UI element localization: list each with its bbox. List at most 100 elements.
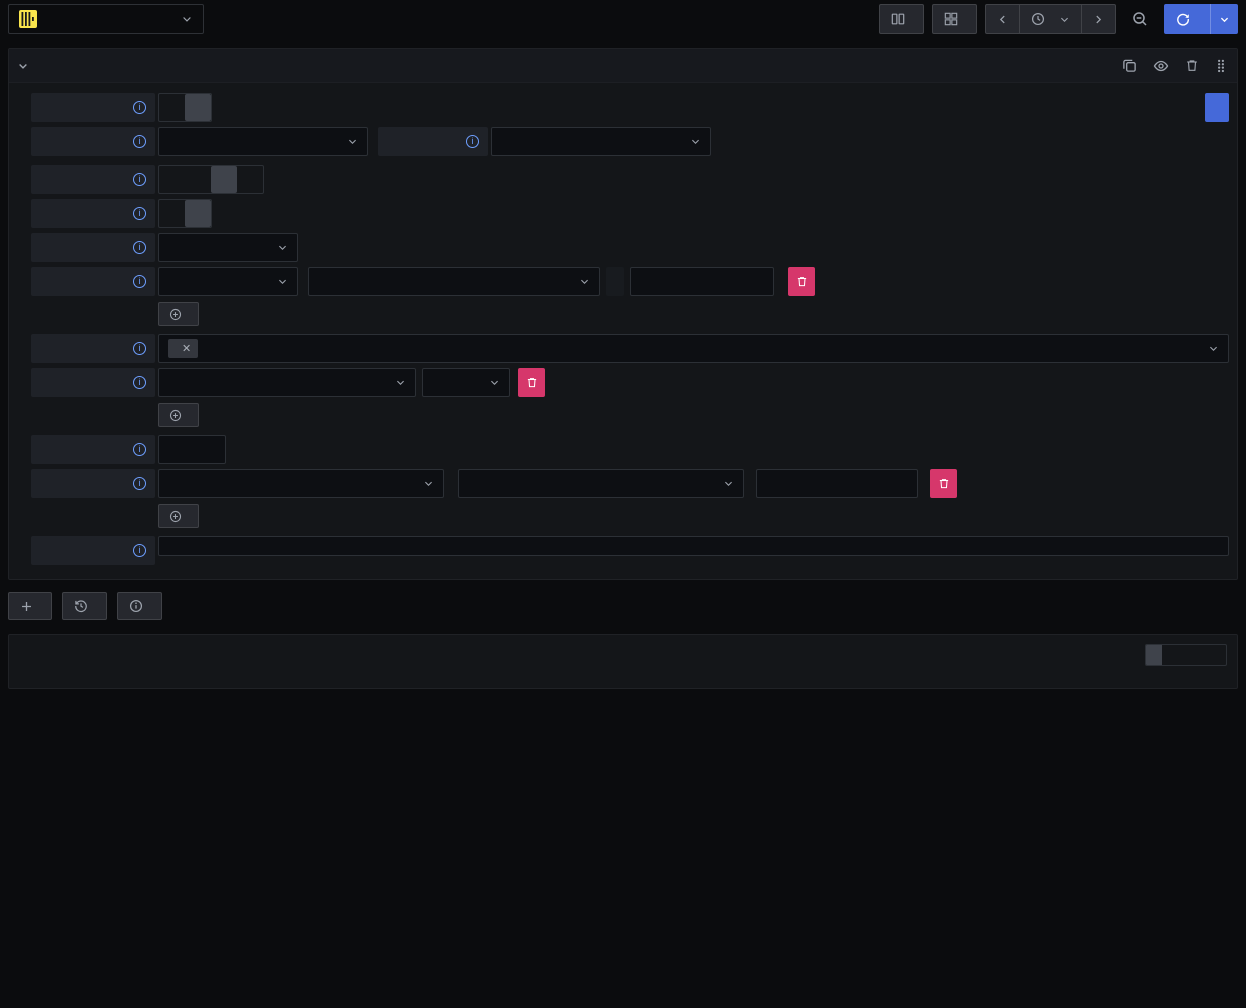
chevron-down-icon — [579, 276, 590, 287]
query-history-button[interactable] — [62, 592, 107, 620]
run-query-split — [1164, 4, 1238, 34]
time-row: i — [31, 233, 1229, 262]
graph-style-stacked-lines[interactable] — [1194, 645, 1210, 665]
panel-run-query-button[interactable] — [1205, 93, 1229, 122]
drag-handle-icon[interactable] — [1215, 58, 1227, 73]
history-icon — [74, 599, 88, 613]
limit-row: i — [31, 435, 1229, 464]
editor-type-radio-group — [158, 93, 212, 122]
table-select[interactable] — [491, 127, 711, 156]
time-label: i — [31, 233, 155, 262]
info-icon[interactable]: i — [133, 135, 146, 148]
editor-type-label: i — [31, 93, 155, 122]
chevron-down-icon — [489, 377, 500, 388]
info-icon[interactable]: i — [466, 135, 479, 148]
query-type-option-time-series[interactable] — [211, 166, 237, 193]
info-icon[interactable]: i — [133, 376, 146, 389]
aggregate-alias-input[interactable] — [630, 267, 774, 296]
collapse-chevron-icon[interactable] — [17, 60, 29, 72]
group-by-row: i ✕ — [31, 334, 1229, 363]
graph-header — [9, 635, 1237, 672]
info-icon[interactable]: i — [133, 342, 146, 355]
limit-input[interactable] — [158, 435, 226, 464]
group-by-chip-server-id: ✕ — [168, 339, 198, 358]
chevron-down-icon — [277, 276, 288, 287]
run-query-caret-button[interactable] — [1210, 4, 1238, 34]
info-icon[interactable]: i — [133, 207, 146, 220]
filter-field-select[interactable] — [158, 469, 444, 498]
zoom-out-icon — [1132, 11, 1148, 27]
query-type-row: i — [31, 165, 1229, 194]
group-by-multiselect[interactable]: ✕ — [158, 334, 1229, 363]
refresh-icon — [1176, 12, 1190, 26]
info-circle-icon — [129, 599, 143, 613]
graph-style-bars[interactable] — [1162, 645, 1178, 665]
graph-style-stacked-bars[interactable] — [1210, 645, 1226, 665]
time-range-group — [985, 4, 1116, 34]
filters-label: i — [31, 469, 155, 498]
top-bar — [0, 0, 1246, 38]
order-by-field-select[interactable] — [158, 368, 416, 397]
builder-mode-option-aggregate[interactable] — [185, 200, 211, 227]
info-icon[interactable]: i — [133, 275, 146, 288]
aggregate-function-select[interactable] — [158, 267, 298, 296]
zoom-out-button[interactable] — [1124, 4, 1156, 34]
run-query-button[interactable] — [1164, 4, 1210, 34]
remove-query-trash-icon[interactable] — [1185, 58, 1199, 73]
plus-circle-icon — [169, 308, 182, 321]
add-order-by-button[interactable] — [158, 403, 199, 427]
remove-chip-icon[interactable]: ✕ — [182, 342, 191, 355]
limit-label: i — [31, 435, 155, 464]
editor-type-option-query-builder[interactable] — [185, 94, 211, 121]
info-icon[interactable]: i — [133, 173, 146, 186]
query-type-option-logs[interactable] — [185, 166, 211, 193]
chevron-down-icon — [1208, 343, 1219, 354]
hide-response-eye-icon[interactable] — [1153, 58, 1169, 74]
editor-type-option-sql-editor[interactable] — [159, 94, 185, 121]
add-aggregate-button[interactable] — [158, 302, 199, 326]
remove-order-by-button[interactable] — [518, 368, 545, 397]
plus-icon — [20, 600, 33, 613]
remove-filter-button[interactable] — [930, 469, 957, 498]
time-range-picker[interactable] — [1020, 4, 1082, 34]
info-icon[interactable]: i — [133, 101, 146, 114]
sql-preview-label: i — [31, 536, 155, 565]
chart-legend — [9, 674, 1237, 684]
database-table-row: i i — [31, 127, 1229, 156]
time-column-select[interactable] — [158, 233, 298, 262]
time-range-forward-button[interactable] — [1082, 4, 1116, 34]
trash-icon — [796, 275, 808, 288]
duplicate-query-icon[interactable] — [1122, 58, 1137, 73]
builder-mode-radio-group — [158, 199, 212, 228]
filter-operator-select[interactable] — [458, 469, 744, 498]
group-by-label: i — [31, 334, 155, 363]
chevron-down-icon — [181, 13, 193, 25]
graph-style-lines[interactable] — [1146, 645, 1162, 665]
order-by-direction-select[interactable] — [422, 368, 510, 397]
add-query-button[interactable] — [8, 592, 52, 620]
query-type-option-table[interactable] — [159, 166, 185, 193]
database-select[interactable] — [158, 127, 368, 156]
table-label: i — [378, 127, 488, 156]
add-filter-button[interactable] — [158, 504, 199, 528]
info-icon[interactable]: i — [133, 443, 146, 456]
aggregate-column-select[interactable] — [308, 267, 600, 296]
info-icon[interactable]: i — [133, 544, 146, 557]
filter-value-input[interactable] — [756, 469, 918, 498]
query-type-option-traces[interactable] — [237, 166, 263, 193]
graph-panel — [8, 634, 1238, 689]
info-icon[interactable]: i — [133, 477, 146, 490]
remove-aggregate-button[interactable] — [788, 267, 815, 296]
datasource-picker[interactable] — [8, 4, 204, 34]
inspector-button[interactable] — [117, 592, 162, 620]
time-range-back-button[interactable] — [985, 4, 1020, 34]
split-icon — [891, 12, 905, 26]
query-header — [9, 49, 1237, 83]
split-button[interactable] — [879, 4, 924, 34]
aggregates-row: i — [31, 267, 1229, 296]
builder-mode-option-simple[interactable] — [159, 200, 185, 227]
clock-icon — [1031, 12, 1045, 26]
info-icon[interactable]: i — [133, 241, 146, 254]
add-to-dashboard-button[interactable] — [932, 4, 977, 34]
graph-style-points[interactable] — [1178, 645, 1194, 665]
